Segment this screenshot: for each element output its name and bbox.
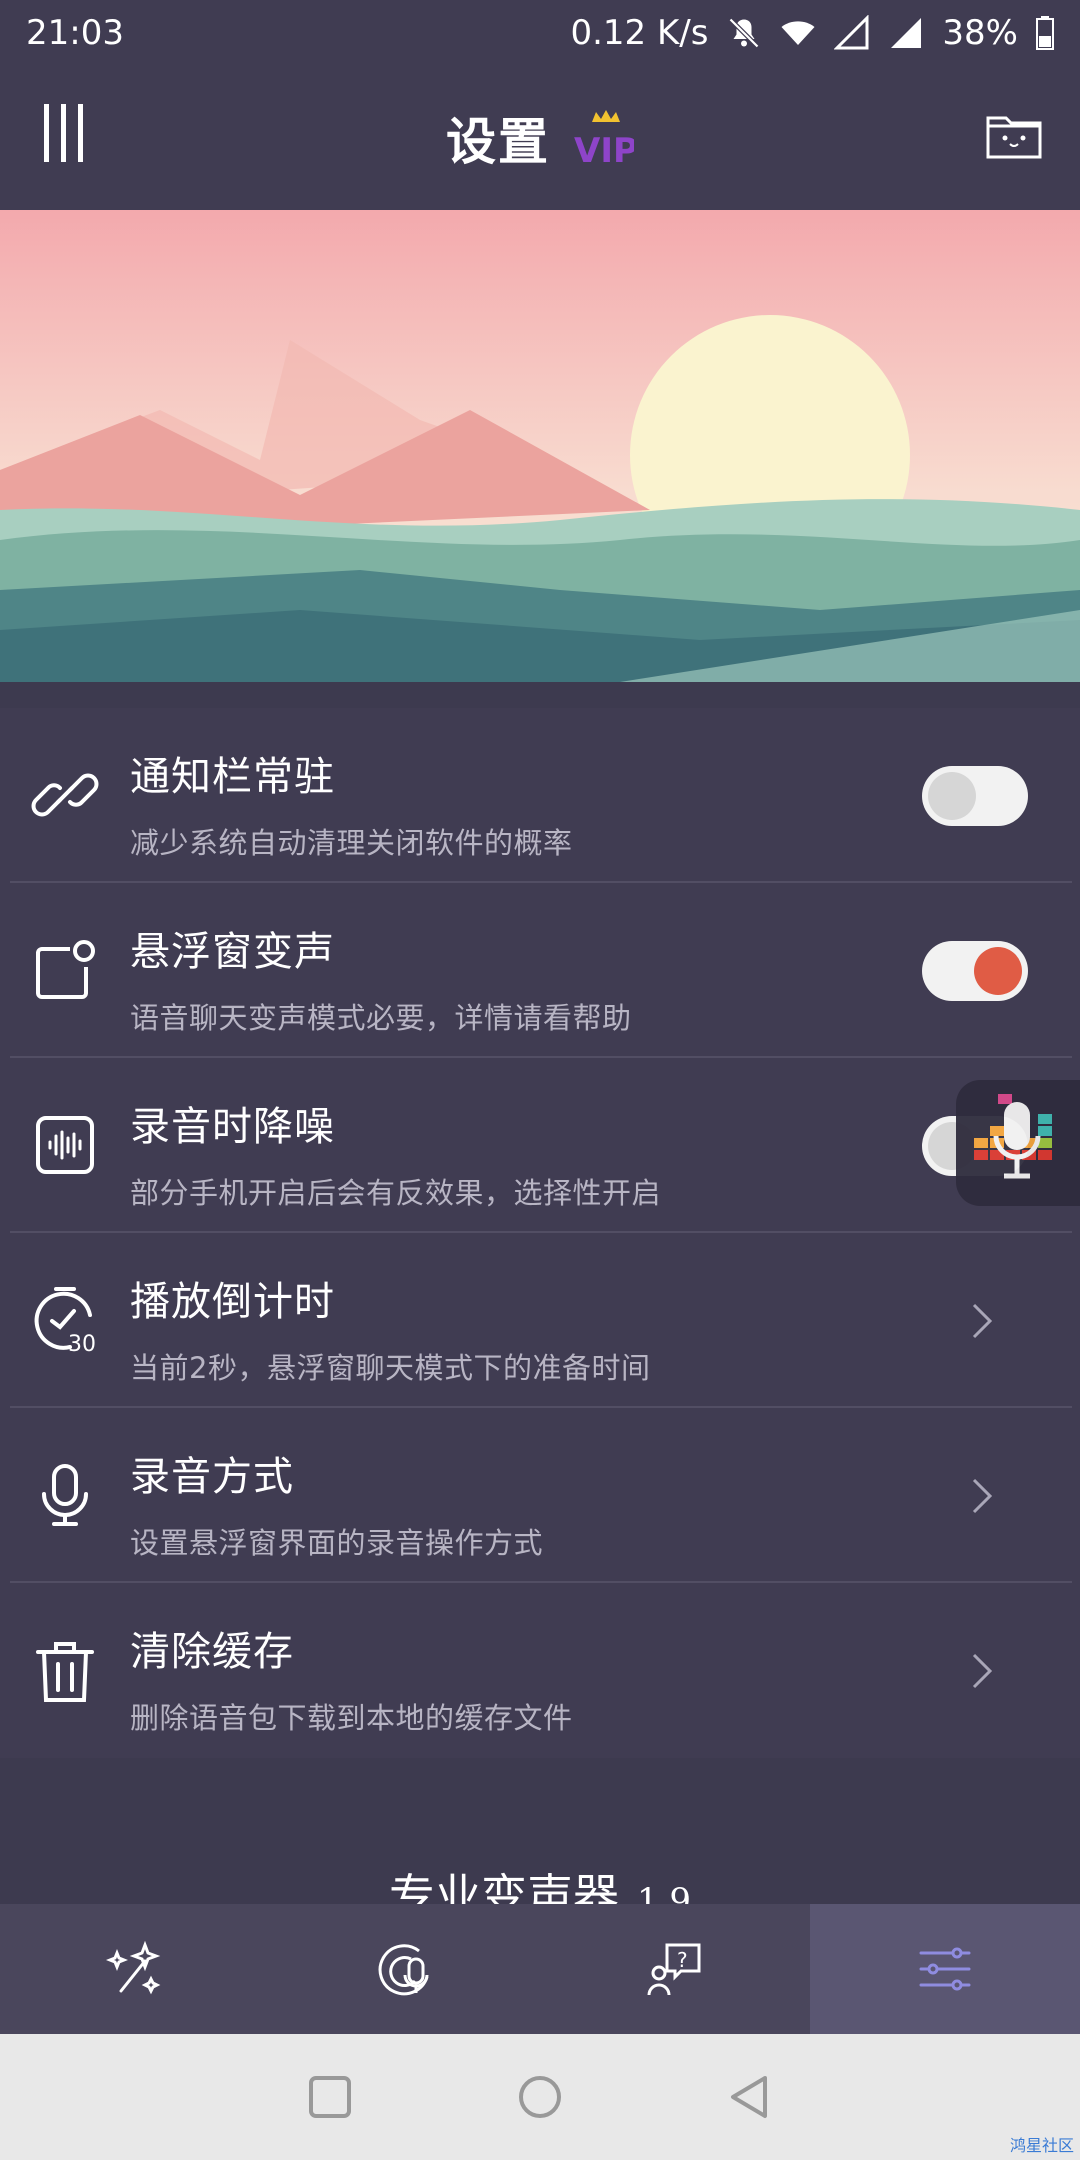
setting-subtitle: 减少系统自动清理关闭软件的概率 bbox=[130, 826, 573, 860]
floating-voice-widget[interactable] bbox=[956, 1080, 1080, 1206]
landscape-illustration bbox=[0, 210, 1080, 682]
setting-subtitle: 语音聊天变声模式必要，详情请看帮助 bbox=[130, 1001, 632, 1035]
battery-icon bbox=[1036, 16, 1054, 50]
chevron-right-icon bbox=[972, 1653, 993, 1689]
bottom-navigation: ? bbox=[0, 1904, 1080, 2034]
help-question-icon: ? bbox=[647, 1943, 701, 1996]
nav-voice-effects[interactable] bbox=[0, 1904, 270, 2034]
vip-crown-icon[interactable]: VIP bbox=[572, 108, 634, 168]
recents-icon[interactable] bbox=[305, 2072, 355, 2122]
setting-subtitle: 设置悬浮窗界面的录音操作方式 bbox=[130, 1526, 544, 1560]
setting-subtitle: 删除语音包下载到本地的缓存文件 bbox=[130, 1701, 573, 1735]
nav-voice-record[interactable] bbox=[270, 1904, 540, 2034]
setting-noise-reduction[interactable]: 录音时降噪 部分手机开启后会有反效果，选择性开启 bbox=[10, 1058, 1072, 1233]
voice-record-icon bbox=[378, 1944, 429, 1996]
network-speed: 0.12 K/s bbox=[570, 13, 709, 53]
vip-badge-text: VIP bbox=[574, 131, 634, 168]
setting-title: 通知栏常驻 bbox=[130, 754, 335, 800]
chevron-right-icon bbox=[972, 1303, 993, 1339]
equalizer-mic-icon bbox=[974, 1094, 1052, 1179]
notification-toggle[interactable] bbox=[922, 766, 1028, 826]
float-window-toggle[interactable] bbox=[922, 941, 1028, 1001]
timer-icon: 30 bbox=[34, 1286, 96, 1355]
link-icon bbox=[31, 773, 99, 816]
status-time: 21:03 bbox=[26, 13, 124, 53]
toggle-knob bbox=[928, 772, 976, 820]
folder-icon[interactable] bbox=[984, 106, 1044, 162]
system-navigation-bar bbox=[0, 2034, 1080, 2160]
setting-playback-countdown[interactable]: 30 播放倒计时 当前2秒，悬浮窗聊天模式下的准备时间 bbox=[10, 1233, 1072, 1408]
question-mark: ? bbox=[677, 1948, 688, 1972]
setting-title: 清除缓存 bbox=[130, 1629, 294, 1675]
menu-icon[interactable] bbox=[36, 100, 92, 166]
toggle-knob bbox=[974, 947, 1022, 995]
trash-icon bbox=[36, 1641, 94, 1702]
setting-subtitle: 当前2秒，悬浮窗聊天模式下的准备时间 bbox=[130, 1351, 651, 1385]
home-icon[interactable] bbox=[515, 2072, 565, 2122]
app-name: 专业变声器 bbox=[388, 1869, 619, 1904]
setting-recording-mode[interactable]: 录音方式 设置悬浮窗界面的录音操作方式 bbox=[10, 1408, 1072, 1583]
settings-sliders-icon bbox=[919, 1947, 971, 1991]
signal-icon bbox=[834, 15, 869, 50]
setting-title: 悬浮窗变声 bbox=[130, 929, 335, 975]
app-name-footer: 专业变声器 1.9 bbox=[0, 1860, 1080, 1904]
battery-percent: 38% bbox=[942, 13, 1018, 53]
wifi-icon bbox=[781, 21, 815, 45]
bell-off-icon bbox=[729, 17, 760, 49]
page-title: 设置 bbox=[446, 113, 550, 171]
back-icon[interactable] bbox=[725, 2072, 775, 2122]
setting-clear-cache[interactable]: 清除缓存 删除语音包下载到本地的缓存文件 bbox=[10, 1583, 1072, 1758]
timer-icon-text: 30 bbox=[68, 1332, 96, 1355]
microphone-icon bbox=[42, 1463, 88, 1526]
setting-title: 播放倒计时 bbox=[130, 1279, 335, 1325]
magic-wand-icon bbox=[105, 1940, 161, 1995]
app-version: 1.9 bbox=[636, 1881, 692, 1904]
watermark: 鸿星社区 bbox=[1009, 2136, 1074, 2155]
settings-list: 通知栏常驻 减少系统自动清理关闭软件的概率 悬浮窗变声 语音聊天变声模式必要，详… bbox=[0, 708, 1080, 1758]
banner-illustration bbox=[0, 210, 1080, 682]
setting-float-window-voice[interactable]: 悬浮窗变声 语音聊天变声模式必要，详情请看帮助 bbox=[10, 883, 1072, 1058]
signal-icon bbox=[891, 18, 922, 48]
nav-settings[interactable] bbox=[810, 1904, 1080, 2034]
setting-notification-persistent[interactable]: 通知栏常驻 减少系统自动清理关闭软件的概率 bbox=[10, 708, 1072, 883]
chevron-right-icon bbox=[972, 1478, 993, 1514]
app-header: 设置 VIP bbox=[0, 66, 1080, 210]
setting-title: 录音时降噪 bbox=[130, 1104, 335, 1150]
setting-title: 录音方式 bbox=[130, 1454, 294, 1500]
status-bar: 21:03 0.12 K/s 38% bbox=[0, 0, 1080, 66]
nav-help[interactable]: ? bbox=[540, 1904, 810, 2034]
setting-subtitle: 部分手机开启后会有反效果，选择性开启 bbox=[130, 1176, 662, 1210]
waveform-icon bbox=[36, 1115, 94, 1174]
float-window-icon bbox=[36, 939, 95, 999]
